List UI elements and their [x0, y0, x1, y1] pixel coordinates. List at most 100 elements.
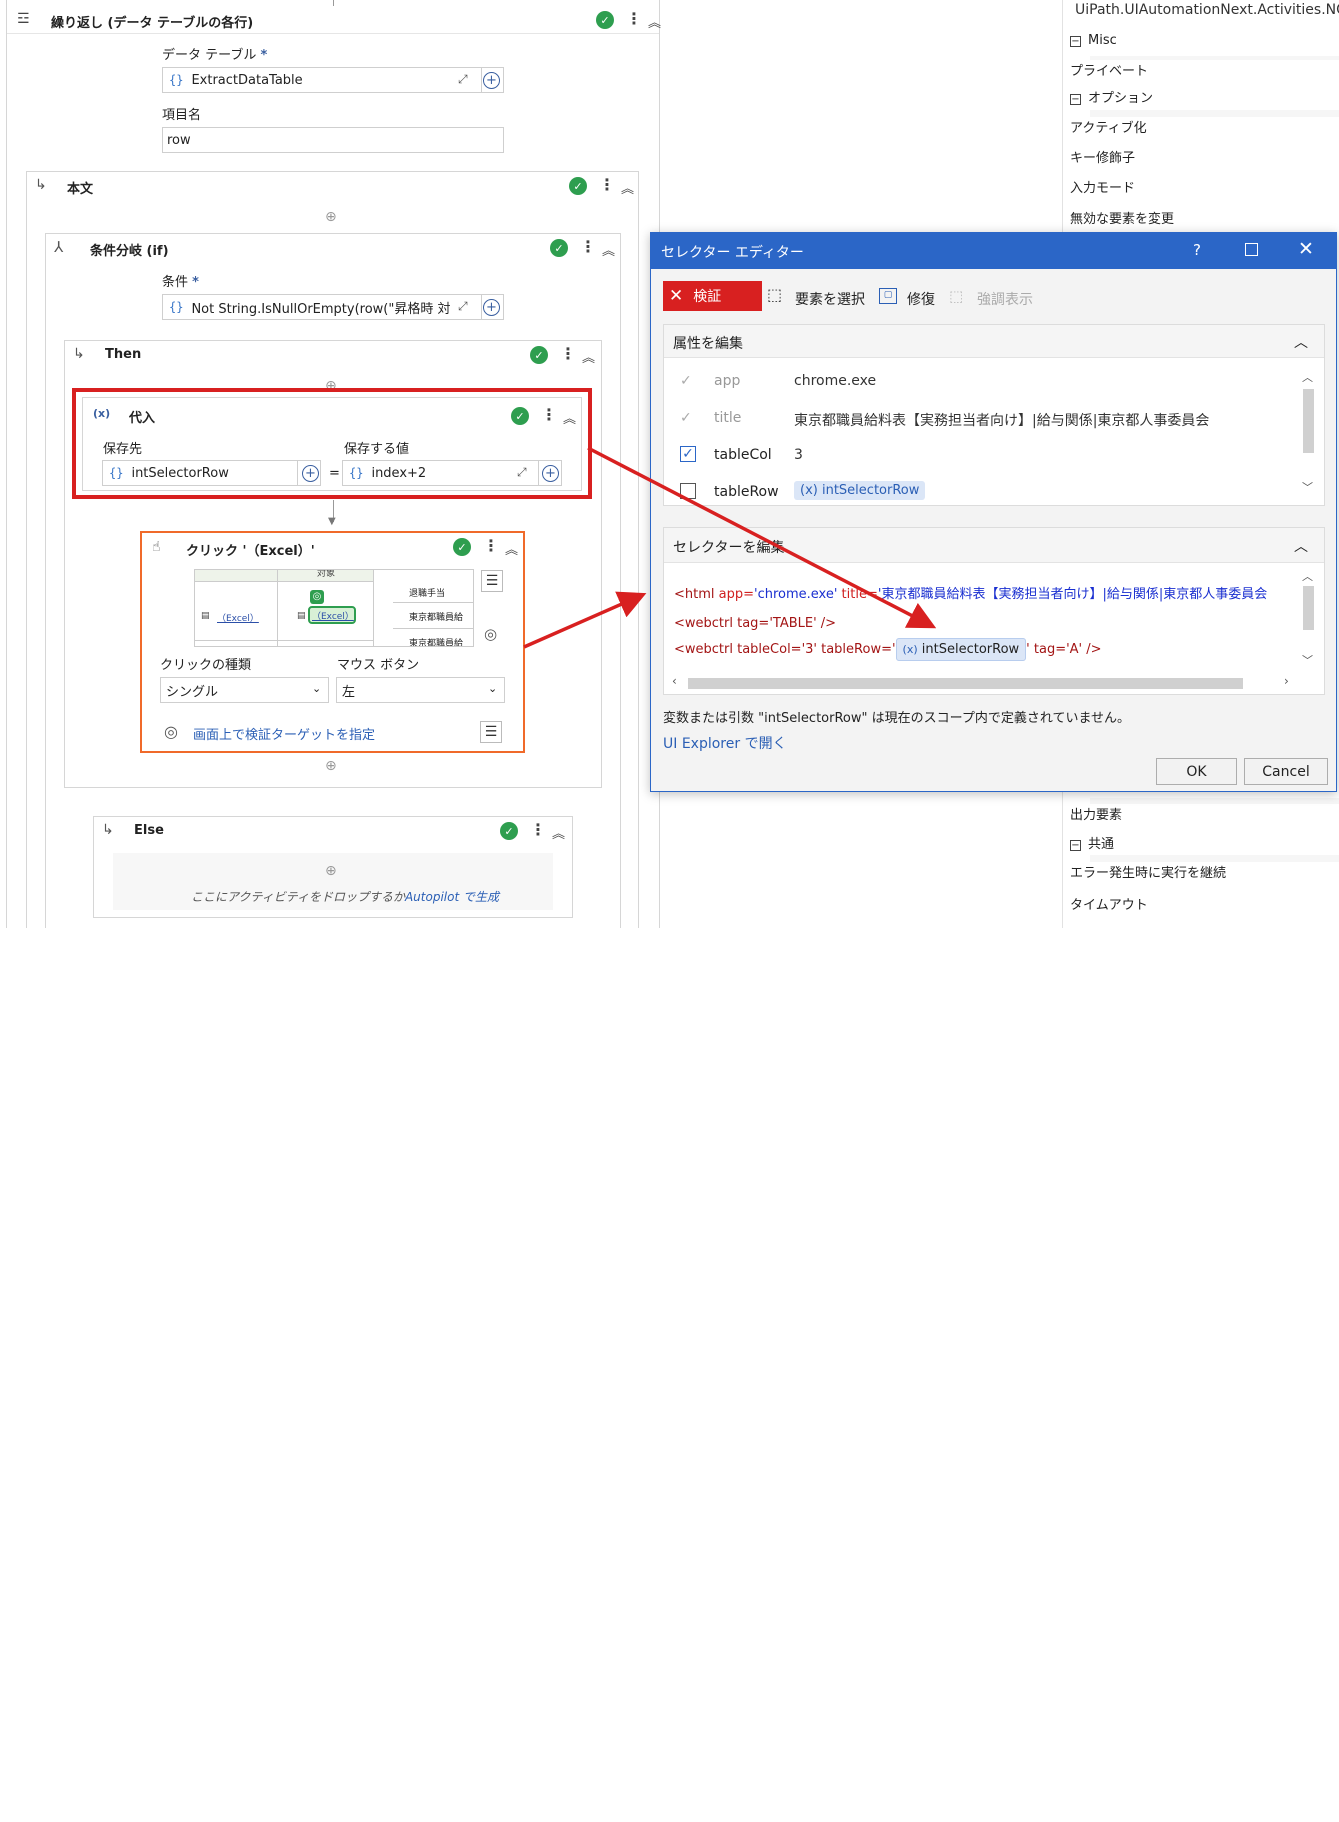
foreach-header[interactable]: ☲ 繰り返し (データ テーブルの各行) ✓ ⋮ ︽: [7, 6, 661, 34]
hamburger-menu-icon[interactable]: ☰: [480, 721, 502, 743]
else-drop-zone[interactable]: ⊕ ここにアクティビティをドロップするかAutopilot で生成: [113, 853, 553, 910]
add-icon[interactable]: +: [302, 465, 319, 482]
scroll-up-icon[interactable]: ︿: [1302, 369, 1313, 385]
equals-sign: =: [329, 466, 340, 481]
attr-name: title: [714, 410, 742, 426]
scroll-down-icon[interactable]: ﹀: [1302, 479, 1313, 495]
scrollbar-thumb[interactable]: [1303, 586, 1314, 630]
click-activity[interactable]: ☝ クリック '（Excel）' ✓ ⋮ ︽ 対象 ▤ （Excel） ▤ （E…: [140, 531, 525, 753]
attr-checkbox[interactable]: ✓: [680, 410, 696, 426]
verify-target-link[interactable]: 画面上で検証ターゲットを指定: [193, 724, 375, 743]
select-element-button[interactable]: 要素を選択: [795, 289, 865, 309]
scrollbar-thumb[interactable]: [1303, 389, 1314, 453]
scroll-left-icon[interactable]: ‹: [672, 674, 677, 688]
add-activity-icon[interactable]: ⊕: [325, 209, 337, 225]
mouse-button-select[interactable]: 左 ⌄: [336, 677, 505, 703]
assign-to-field[interactable]: {} intSelectorRow +: [102, 460, 321, 486]
valid-check-icon: ✓: [550, 239, 568, 257]
add-icon[interactable]: +: [483, 299, 500, 316]
maximize-button[interactable]: [1245, 243, 1258, 256]
assign-value-field[interactable]: {} index+2 ⤢ +: [342, 460, 562, 486]
attr-value[interactable]: 3: [794, 447, 803, 463]
more-menu-icon[interactable]: ⋮: [541, 407, 557, 423]
collapse-box-icon[interactable]: −: [1070, 94, 1081, 105]
expression-icon: {}: [349, 466, 364, 480]
more-menu-icon[interactable]: ⋮: [483, 538, 499, 554]
item-value: row: [167, 132, 191, 148]
scroll-up-icon[interactable]: ︿: [1302, 568, 1313, 584]
expand-icon[interactable]: ⤢: [458, 299, 468, 314]
attr-value[interactable]: chrome.exe: [794, 373, 876, 389]
more-menu-icon[interactable]: ⋮: [626, 11, 642, 27]
else-header[interactable]: ↳ Else ✓ ⋮ ︽: [94, 817, 572, 845]
item-field[interactable]: row: [162, 127, 504, 153]
collapse-icon[interactable]: ︽: [505, 539, 518, 558]
datatable-field[interactable]: {} ExtractDataTable ⤢ +: [162, 67, 504, 93]
if-header[interactable]: ⅄ 条件分岐 (if) ✓ ⋮ ︽: [46, 234, 620, 262]
add-activity-icon[interactable]: ⊕: [325, 758, 337, 774]
ui-explorer-link[interactable]: UI Explorer で開く: [663, 733, 787, 753]
expand-icon[interactable]: ⤢: [517, 465, 527, 480]
ok-button[interactable]: OK: [1156, 758, 1237, 785]
collapse-icon[interactable]: ︽: [552, 823, 565, 842]
hamburger-menu-icon[interactable]: ☰: [481, 570, 503, 592]
valid-check-icon: ✓: [500, 822, 518, 840]
repair-button[interactable]: 修復: [907, 289, 935, 309]
more-menu-icon[interactable]: ⋮: [530, 822, 546, 838]
collapse-icon[interactable]: ︽: [563, 408, 576, 427]
select-element-icon[interactable]: ⬚: [767, 285, 782, 304]
horizontal-scrollbar-thumb[interactable]: [688, 678, 1243, 689]
then-arrow-icon: ↳: [73, 346, 85, 362]
condition-field[interactable]: {} Not String.IsNullOrEmpty(row("昇格時 対ㇵ …: [162, 294, 504, 320]
attr-checkbox[interactable]: ✓: [680, 373, 696, 389]
scroll-right-icon[interactable]: ›: [1284, 674, 1289, 688]
preview-header-text: 対象: [317, 569, 336, 579]
add-icon[interactable]: +: [483, 72, 500, 89]
dialog-titlebar[interactable]: セレクター エディター ? ✕: [651, 233, 1336, 269]
collapse-box-icon[interactable]: −: [1070, 36, 1081, 47]
attr-checkbox-checked[interactable]: ✓: [680, 446, 696, 462]
collapse-icon[interactable]: ︽: [648, 12, 661, 31]
more-menu-icon[interactable]: ⋮: [560, 346, 576, 362]
chevron-up-icon[interactable]: ︿: [1294, 332, 1308, 352]
target-indicator-icon[interactable]: ◎: [484, 625, 497, 643]
click-type-label: クリックの種類: [160, 658, 252, 673]
validate-label: 検証: [693, 289, 722, 305]
attr-variable-chip[interactable]: (x) intSelectorRow: [794, 481, 926, 500]
click-type-select[interactable]: シングル ⌄: [160, 677, 329, 703]
drop-placeholder: ここにアクティビティをドロップするかAutopilot で生成: [191, 890, 499, 904]
add-icon[interactable]: +: [542, 465, 559, 482]
highlight-button[interactable]: 強調表示: [977, 289, 1033, 309]
repair-icon[interactable]: ▢: [879, 288, 897, 304]
attr-checkbox[interactable]: [680, 483, 696, 499]
validate-button[interactable]: ✕ 検証: [663, 281, 762, 311]
assign-title: 代入: [129, 411, 156, 426]
collapse-icon[interactable]: ︽: [621, 178, 634, 197]
chevron-up-icon[interactable]: ︿: [1294, 536, 1308, 556]
more-menu-icon[interactable]: ⋮: [599, 177, 615, 193]
selector-text-editor[interactable]: <html app='chrome.exe' title='東京都職員給料表【実…: [664, 564, 1300, 674]
attr-value[interactable]: 東京都職員給料表【実務担当者向け】|給与関係|東京都人事委員会: [794, 410, 1209, 430]
attr-name: app: [714, 373, 741, 389]
help-button[interactable]: ?: [1193, 241, 1201, 259]
collapse-icon[interactable]: ︽: [582, 347, 595, 366]
then-header[interactable]: ↳ Then ✓ ⋮ ︽: [65, 341, 601, 369]
attr-name: tableRow: [714, 484, 779, 500]
collapse-box-icon[interactable]: −: [1070, 840, 1081, 851]
expression-icon: {}: [109, 466, 124, 480]
autopilot-link[interactable]: Autopilot で生成: [405, 890, 499, 904]
expand-icon[interactable]: ⤢: [458, 72, 468, 87]
more-menu-icon[interactable]: ⋮: [580, 239, 596, 255]
highlight-icon: ⬚: [949, 287, 964, 305]
chevron-down-icon: ⌄: [312, 682, 322, 695]
scroll-down-icon[interactable]: ﹀: [1302, 652, 1313, 668]
datatable-value: ExtractDataTable: [191, 72, 303, 88]
error-x-icon: ✕: [669, 286, 684, 306]
property-timeout[interactable]: タイムアウト: [1070, 894, 1339, 1822]
target-preview[interactable]: 対象 ▤ （Excel） ▤ （Excel） ◎ 退職手当 東京都職員給 東京都…: [194, 569, 474, 647]
close-button[interactable]: ✕: [1298, 238, 1314, 260]
collapse-icon[interactable]: ︽: [602, 240, 615, 259]
cancel-button[interactable]: Cancel: [1244, 758, 1328, 785]
add-activity-icon[interactable]: ⊕: [325, 863, 337, 879]
body-header[interactable]: ↳ 本文 ✓ ⋮ ︽: [27, 172, 638, 200]
